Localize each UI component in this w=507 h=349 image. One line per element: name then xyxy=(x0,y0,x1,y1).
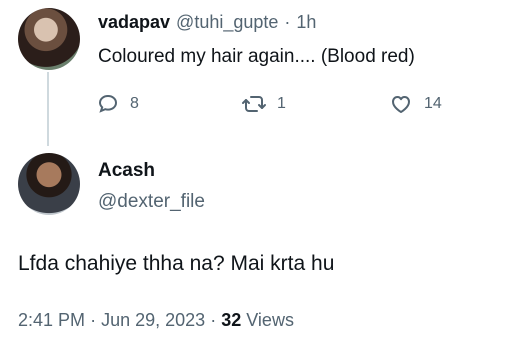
parent-time-ago[interactable]: 1h xyxy=(296,12,316,33)
header-separator: · xyxy=(284,12,291,32)
meta-separator-2: · xyxy=(210,310,217,330)
parent-tweet-text: Coloured my hair again.... (Blood red) xyxy=(98,46,415,67)
retweet-count: 1 xyxy=(277,95,286,112)
parent-author-avatar[interactable] xyxy=(18,8,80,70)
parent-tweet-header: vadapav @tuhi_gupte · 1h xyxy=(98,12,316,38)
thread-connector-line xyxy=(47,72,49,146)
reply-author-avatar[interactable] xyxy=(18,153,80,215)
heart-icon xyxy=(388,92,414,116)
tweet-date[interactable]: Jun 29, 2023 xyxy=(101,310,205,330)
like-button[interactable]: 14 xyxy=(388,90,442,118)
views-label: Views xyxy=(246,310,294,330)
reply-button[interactable]: 8 xyxy=(96,90,139,118)
reply-icon xyxy=(96,92,120,116)
tweet-meta: 2:41 PM · Jun 29, 2023 · 32 Views xyxy=(18,310,294,331)
retweet-button[interactable]: 1 xyxy=(241,90,286,118)
parent-handle[interactable]: @tuhi_gupte xyxy=(176,12,278,33)
tweet-time[interactable]: 2:41 PM xyxy=(18,310,85,330)
parent-display-name[interactable]: vadapav xyxy=(98,12,170,33)
reply-handle[interactable]: @dexter_file xyxy=(98,191,205,213)
views-count: 32 xyxy=(221,310,242,330)
meta-separator: · xyxy=(90,310,97,330)
reply-tweet-text: Lfda chahiye thha na? Mai krta hu xyxy=(18,252,335,275)
like-count: 14 xyxy=(424,95,442,112)
retweet-icon xyxy=(241,92,267,116)
reply-display-name[interactable]: Acash xyxy=(98,160,155,182)
reply-count: 8 xyxy=(130,95,139,112)
